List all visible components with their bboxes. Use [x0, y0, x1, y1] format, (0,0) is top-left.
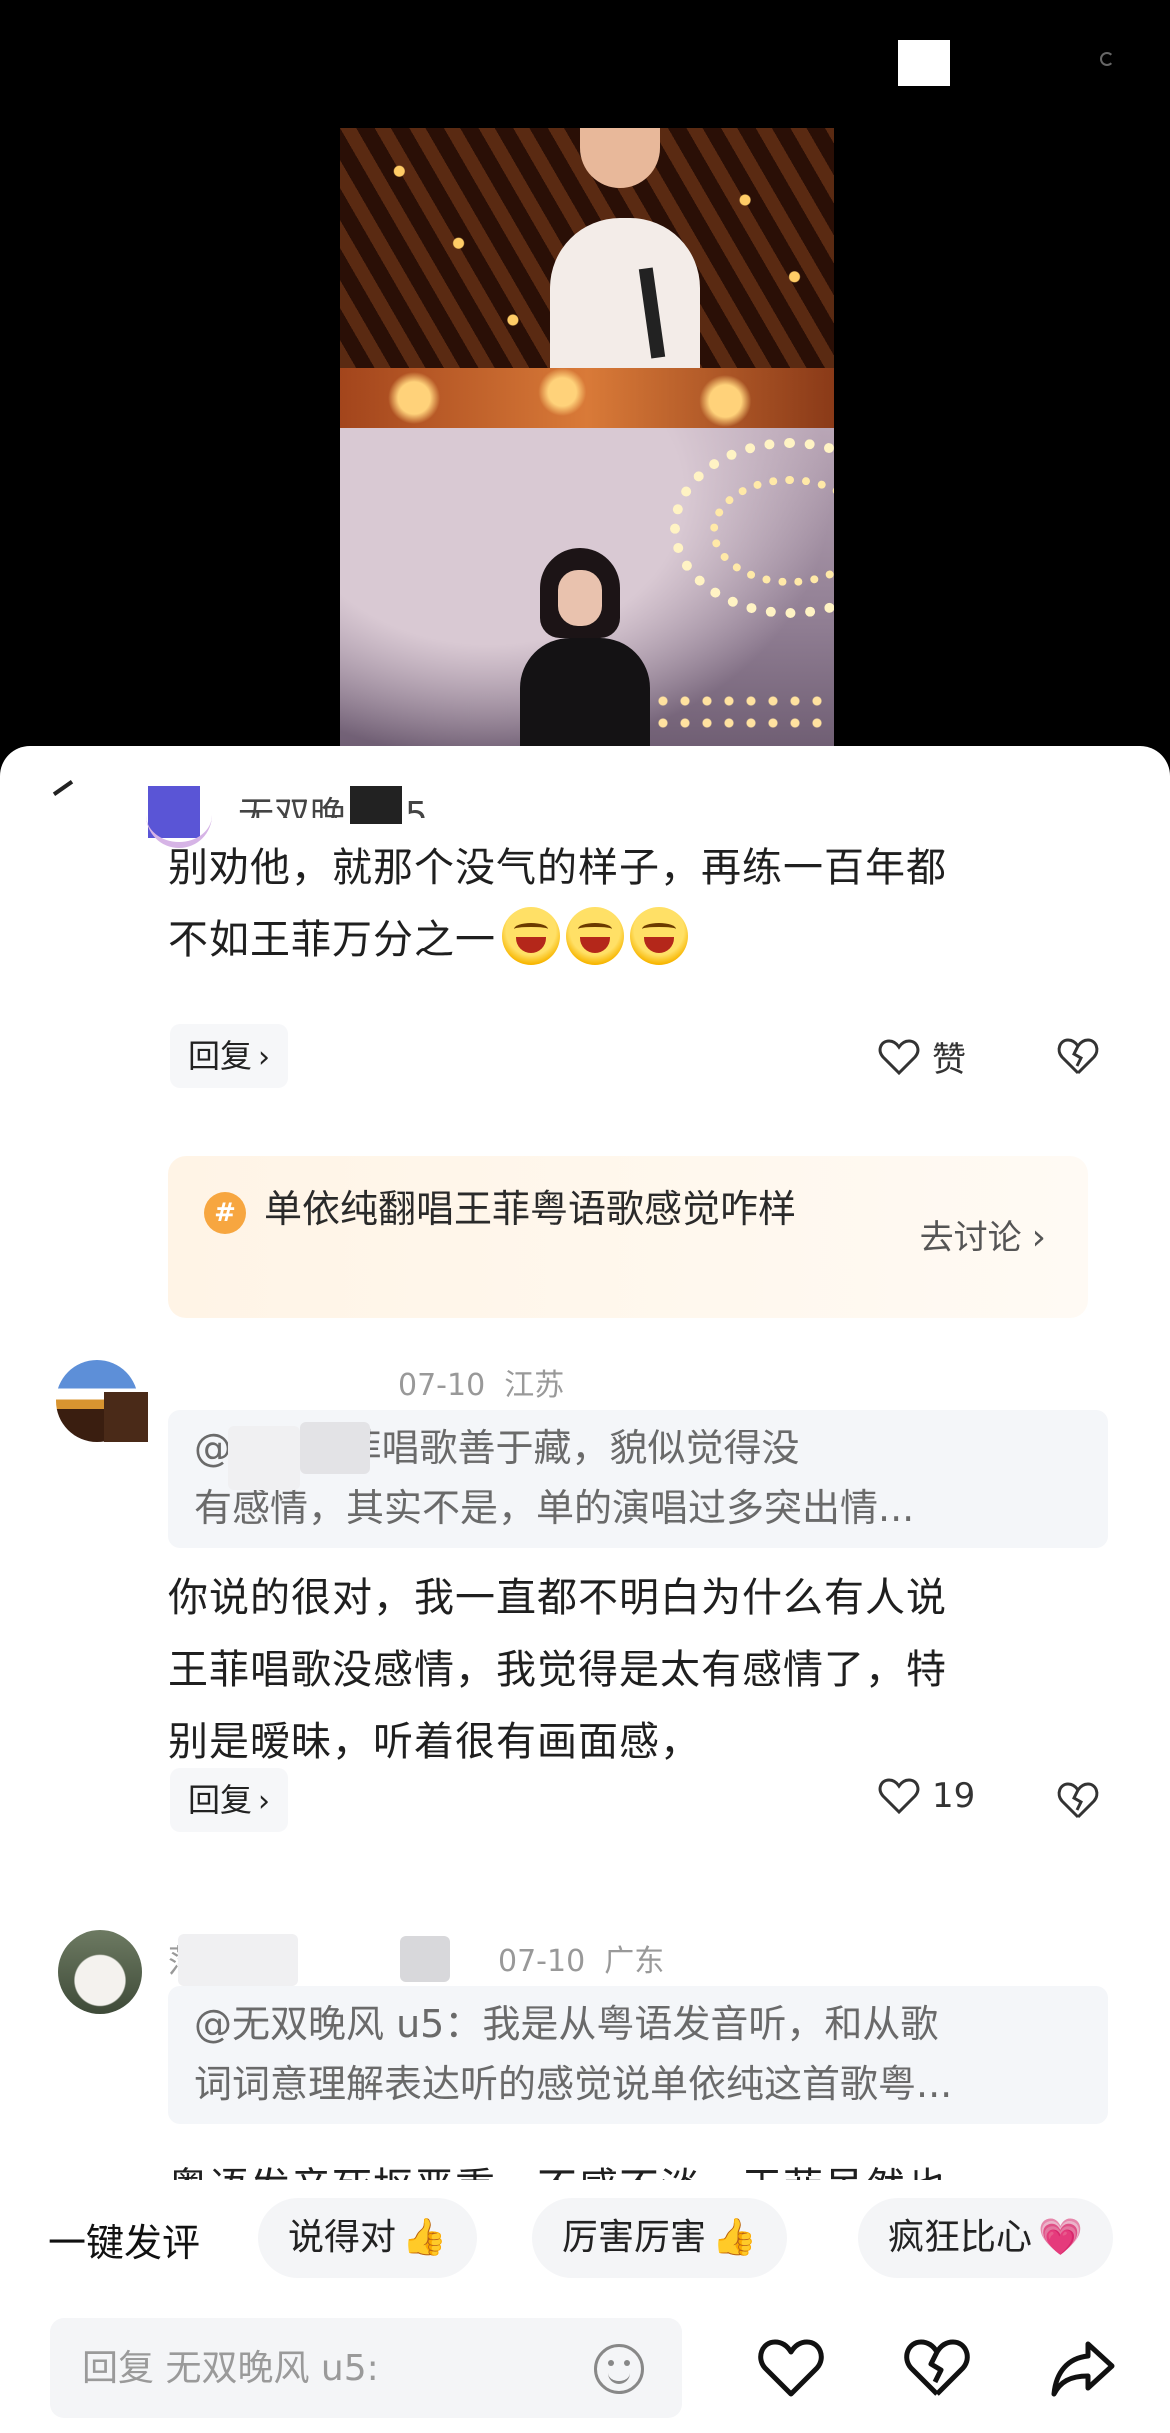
- dislike-broken-heart-icon[interactable]: [902, 2332, 972, 2402]
- video-frame-bottom: [340, 428, 834, 760]
- username-mask: [350, 786, 402, 824]
- like-button[interactable]: 赞: [878, 1032, 966, 1081]
- discuss-link[interactable]: 去讨论 ›: [920, 1210, 1046, 1259]
- dislike-broken-heart-icon[interactable]: [1056, 1780, 1100, 1820]
- chevron-right-icon: ›: [258, 1784, 271, 1819]
- like-count: 19: [932, 1776, 976, 1816]
- chevron-right-icon: ›: [258, 1040, 271, 1075]
- avatar-mask: [104, 1392, 148, 1442]
- reply-input-bar: [0, 2306, 1170, 2433]
- comment-line: 王菲唱歌没感情，我觉得是太有感情了，特: [168, 1647, 947, 1693]
- singer-figure: [550, 128, 700, 368]
- comment-line: 别劝他，就那个没气的样子，再练一百年都: [168, 845, 947, 891]
- topic-title: 单依纯翻唱王菲粤语歌感觉咋样: [264, 1187, 797, 1231]
- comment-date: 07-10: [398, 1368, 486, 1403]
- like-label: 赞: [932, 1040, 966, 1080]
- username-mask: [400, 1936, 450, 1982]
- quoted-comment[interactable]: @无双晚风 u5：我是从粤语发音听，和从歌 词词意理解表达听的感觉说单依纯这首歌…: [168, 1986, 1108, 2124]
- quick-reply-chip[interactable]: 说得对 👍: [258, 2198, 477, 2278]
- reply-label: 回复: [188, 1781, 253, 1819]
- video-player[interactable]: [0, 0, 1170, 760]
- quick-reply-label: 一键发评: [48, 2221, 201, 2265]
- screen: 无双晚风u5 别劝他，就那个没气的样子，再练一百年都 不如王菲万分之一 回复 › …: [0, 0, 1170, 2433]
- dislike-broken-heart-icon[interactable]: [1056, 1036, 1100, 1076]
- comment-date: 07-10: [498, 1944, 586, 1979]
- quick-reply-chip[interactable]: 疯狂比心 💗: [858, 2198, 1113, 2278]
- like-heart-icon[interactable]: [756, 2332, 826, 2402]
- share-arrow-icon[interactable]: [1048, 2332, 1118, 2402]
- comment-body: 别劝他，就那个没气的样子，再练一百年都 不如王菲万分之一: [168, 832, 947, 976]
- reply-button[interactable]: 回复 ›: [170, 1768, 289, 1832]
- comment-meta: 07-10 广东: [498, 1936, 664, 1980]
- quote-line: 词词意理解表达听的感觉说单依纯这首歌粤...: [194, 2062, 953, 2106]
- singer-figure: [520, 548, 650, 760]
- sparkling-heart-icon: 💗: [1038, 2217, 1083, 2258]
- chevron-right-icon: ›: [1031, 1217, 1046, 1258]
- chip-label: 疯狂比心: [888, 2217, 1033, 2258]
- heart-outline-icon: [878, 1038, 920, 1076]
- comment-line: 别是暧昧，听着很有画面感，: [168, 1719, 701, 1765]
- heart-outline-icon: [878, 1777, 920, 1815]
- video-frame-lights: [340, 368, 834, 428]
- quick-reply-chip[interactable]: 厉害厉害 👍: [532, 2198, 787, 2278]
- status-icon-block: [898, 40, 950, 86]
- discuss-label: 去讨论: [919, 1218, 1022, 1258]
- quote-line: 有感情，其实不是，单的演唱过多突出情...: [194, 1486, 915, 1530]
- avatar[interactable]: [58, 1930, 142, 2014]
- chip-label: 厉害厉害: [562, 2217, 707, 2258]
- grinning-emoji-icon: [630, 907, 688, 965]
- comment-body-partial: 粤语发音死抠严重，不感不淡，王菲虽然也: [168, 2140, 947, 2180]
- comment-meta: 07-10 江苏: [398, 1360, 564, 1404]
- reply-label: 回复: [188, 1037, 253, 1075]
- comment-location: 江苏: [504, 1368, 565, 1403]
- emoji-picker-icon[interactable]: [594, 2344, 644, 2394]
- thumbs-up-icon: 👍: [712, 2217, 757, 2258]
- like-button[interactable]: 19: [878, 1776, 975, 1816]
- grinning-emoji-icon: [566, 907, 624, 965]
- video-frame-top: [340, 128, 834, 368]
- thumbs-up-icon: 👍: [402, 2217, 447, 2258]
- reply-input[interactable]: [82, 2340, 582, 2396]
- comment-line: 不如王菲万分之一: [168, 917, 496, 963]
- reply-input-box[interactable]: [50, 2318, 682, 2418]
- topic-card[interactable]: # 单依纯翻唱王菲粤语歌感觉咋样 去讨论 ›: [168, 1156, 1088, 1318]
- comment-location: 广东: [604, 1944, 665, 1979]
- username-mask: [178, 1934, 298, 1986]
- comment-sheet: 无双晚风u5 别劝他，就那个没气的样子，再练一百年都 不如王菲万分之一 回复 › …: [0, 746, 1170, 2433]
- quote-line: @无双晚风 u5：我是从粤语发音听，和从歌: [194, 2002, 939, 2046]
- back-arrow-icon[interactable]: [52, 780, 74, 796]
- username-mask: [300, 1422, 370, 1474]
- reply-button[interactable]: 回复 ›: [170, 1024, 289, 1088]
- status-indicator-icon: [1100, 52, 1114, 66]
- username-mask: [228, 1426, 300, 1490]
- quick-reply-bar: 一键发评 说得对 👍 厉害厉害 👍 疯狂比心 💗: [0, 2186, 1170, 2296]
- chip-label: 说得对: [288, 2217, 397, 2258]
- comment-body: 你说的很对，我一直都不明白为什么有人说 王菲唱歌没感情，我觉得是太有感情了，特 …: [168, 1562, 947, 1778]
- grinning-emoji-icon: [502, 907, 560, 965]
- comment-line: 你说的很对，我一直都不明白为什么有人说: [168, 1575, 947, 1621]
